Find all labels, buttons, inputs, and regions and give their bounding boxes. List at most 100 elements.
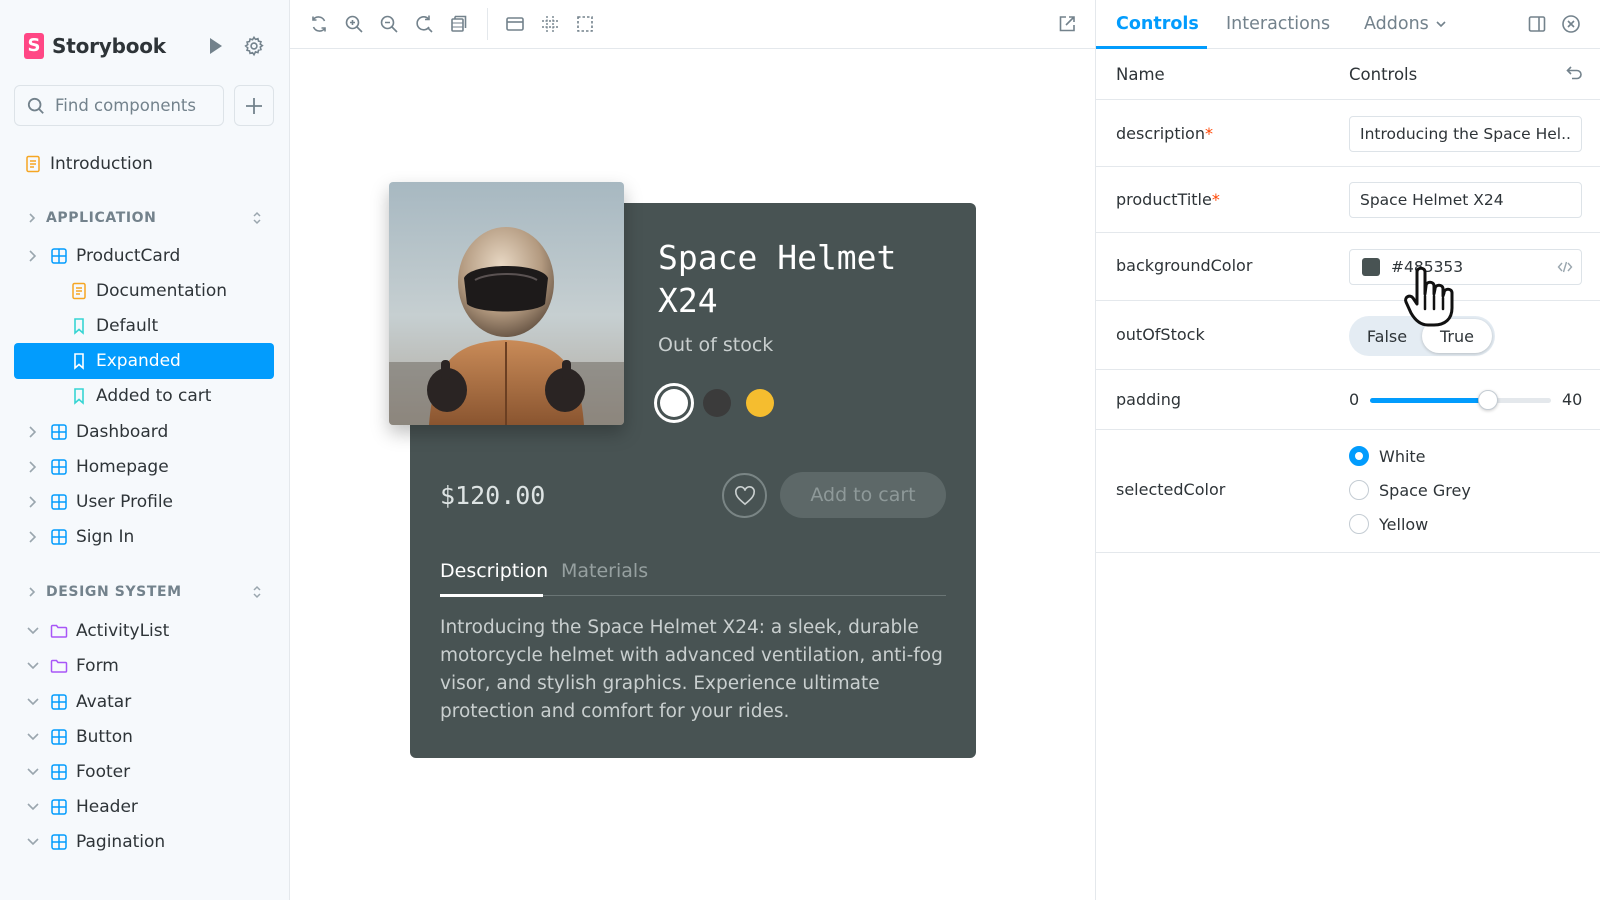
background-color-input[interactable]: #485353 — [1349, 249, 1582, 285]
reload-icon[interactable] — [309, 14, 329, 34]
outline-icon[interactable] — [575, 14, 595, 34]
toggle-true[interactable]: True — [1422, 319, 1492, 353]
chevron-down-icon — [1436, 21, 1446, 28]
sidebar-item-expanded[interactable]: Expanded — [14, 343, 274, 379]
radio-white[interactable]: White — [1349, 444, 1529, 468]
zoom-reset-icon[interactable] — [414, 14, 434, 34]
viewport-icon[interactable] — [505, 14, 525, 34]
active-tab-indicator — [440, 594, 543, 597]
panel-layout-icon[interactable] — [1527, 14, 1547, 34]
radio-button[interactable] — [1349, 480, 1369, 500]
add-to-cart-button[interactable]: Add to cart — [780, 472, 946, 518]
color-swatch[interactable] — [1362, 258, 1380, 276]
color-swatch-yellow[interactable] — [746, 389, 774, 417]
sidebar-item-label: ProductCard — [76, 246, 181, 266]
sidebar: S Storybook Introduction APPLICATION Pro… — [0, 0, 290, 900]
sidebar-item-label: Added to cart — [96, 386, 212, 406]
brand-name: Storybook — [52, 34, 166, 58]
radio-yellow[interactable]: Yellow — [1349, 512, 1529, 536]
sidebar-item-label: ActivityList — [76, 621, 170, 641]
radio-label: Space Grey — [1379, 480, 1471, 500]
toolbar-divider — [487, 8, 488, 40]
play-icon[interactable] — [204, 35, 226, 57]
search-input[interactable] — [55, 96, 215, 115]
sidebar-item-activitylist[interactable]: ActivityList — [14, 613, 274, 649]
expand-collapse-icon[interactable] — [250, 211, 264, 225]
chevron-right-icon — [29, 426, 37, 438]
chevron-right-icon — [29, 587, 36, 597]
chevron-down-icon — [27, 838, 39, 846]
sidebar-item-label: Introduction — [50, 154, 153, 174]
tab-description[interactable]: Description — [440, 560, 548, 582]
product-price: $120.00 — [440, 481, 546, 510]
tab-materials[interactable]: Materials — [561, 560, 648, 582]
radio-button[interactable] — [1349, 446, 1369, 466]
favorite-button[interactable] — [722, 473, 767, 518]
color-swatch-space-grey[interactable] — [703, 389, 731, 417]
sidebar-item-header[interactable]: Header — [14, 789, 274, 825]
required-marker: * — [1204, 124, 1213, 143]
background-icon[interactable] — [449, 14, 469, 34]
close-icon[interactable] — [1561, 14, 1581, 34]
tab-addons-label: Addons — [1364, 14, 1429, 34]
sidebar-item-introduction[interactable]: Introduction — [14, 146, 274, 182]
gear-icon[interactable] — [243, 35, 265, 57]
sidebar-item-avatar[interactable]: Avatar — [14, 684, 274, 720]
padding-slider-thumb[interactable] — [1477, 390, 1498, 410]
reset-icon[interactable] — [1565, 64, 1583, 82]
sidebar-item-dashboard[interactable]: Dashboard — [14, 414, 274, 450]
chevron-down-icon — [27, 698, 39, 706]
sidebar-item-footer[interactable]: Footer — [14, 754, 274, 790]
addons-panel: Controls Interactions Addons Name Contro… — [1095, 0, 1600, 900]
sidebar-item-label: Documentation — [96, 281, 228, 301]
range-min: 0 — [1349, 390, 1360, 409]
sidebar-item-form[interactable]: Form — [14, 648, 274, 684]
control-label-description: description* — [1116, 124, 1213, 143]
tab-interactions[interactable]: Interactions — [1226, 14, 1330, 34]
code-icon[interactable] — [1557, 259, 1573, 275]
sidebar-item-label: Header — [76, 797, 138, 817]
sidebar-item-homepage[interactable]: Homepage — [14, 449, 274, 485]
control-label-product-title: productTitle* — [1116, 190, 1220, 209]
chevron-right-icon — [29, 461, 37, 473]
chevron-right-icon — [29, 213, 36, 223]
product-title-input[interactable] — [1349, 182, 1582, 218]
color-swatch-white[interactable] — [654, 383, 694, 423]
zoom-out-icon[interactable] — [379, 14, 399, 34]
sidebar-item-label: Footer — [76, 762, 131, 782]
grid-icon[interactable] — [540, 14, 560, 34]
external-link-icon[interactable] — [1057, 14, 1077, 34]
section-design-system[interactable]: DESIGN SYSTEM — [14, 577, 274, 607]
sidebar-item-button[interactable]: Button — [14, 719, 274, 755]
radio-button[interactable] — [1349, 514, 1369, 534]
section-title: DESIGN SYSTEM — [46, 584, 182, 600]
sidebar-item-pagination[interactable]: Pagination — [14, 824, 274, 860]
radio-space-grey[interactable]: Space Grey — [1349, 478, 1529, 502]
chevron-right-icon — [29, 496, 37, 508]
product-description: Introducing the Space Helmet X24: a slee… — [440, 617, 943, 722]
sidebar-item-sign-in[interactable]: Sign In — [14, 519, 274, 555]
zoom-in-icon[interactable] — [344, 14, 364, 34]
section-application[interactable]: APPLICATION — [14, 203, 274, 233]
tab-addons[interactable]: Addons — [1364, 14, 1447, 34]
sidebar-item-productcard[interactable]: ProductCard — [14, 238, 274, 274]
control-label-padding: padding — [1116, 390, 1182, 409]
sidebar-item-user-profile[interactable]: User Profile — [14, 484, 274, 520]
sidebar-item-label: Dashboard — [76, 422, 169, 442]
section-title: APPLICATION — [46, 210, 157, 226]
heart-icon — [734, 485, 755, 505]
chevron-down-icon — [27, 662, 39, 670]
sidebar-item-default[interactable]: Default — [14, 308, 274, 344]
chevron-down-icon — [27, 627, 39, 635]
out-of-stock-toggle[interactable]: False True — [1349, 316, 1495, 356]
tab-controls[interactable]: Controls — [1116, 14, 1199, 34]
expand-collapse-icon[interactable] — [250, 585, 264, 599]
description-input[interactable] — [1349, 116, 1582, 152]
storybook-brand[interactable]: S Storybook — [24, 33, 166, 59]
sidebar-item-added-to-cart[interactable]: Added to cart — [14, 378, 274, 414]
controls-header-row: Name Controls — [1096, 50, 1600, 100]
add-story-button[interactable] — [234, 85, 274, 126]
component-icon — [51, 729, 67, 745]
sidebar-item-documentation[interactable]: Documentation — [14, 273, 274, 309]
toggle-false[interactable]: False — [1352, 319, 1422, 353]
